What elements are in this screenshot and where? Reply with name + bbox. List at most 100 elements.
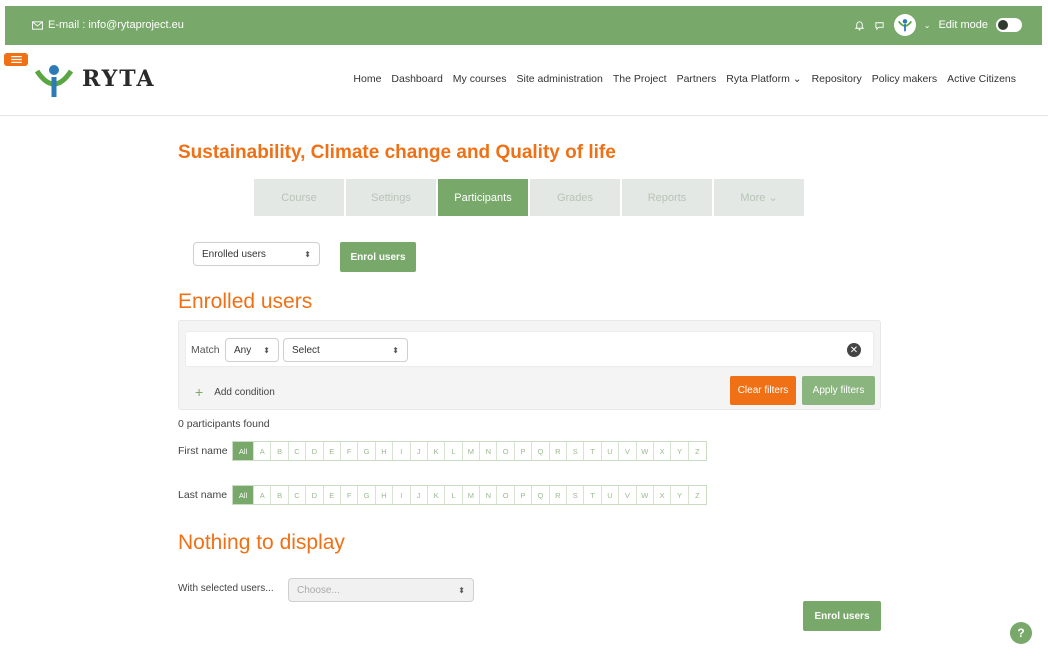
last-initial-y[interactable]: Y (671, 486, 689, 504)
nav-active-citizens[interactable]: Active Citizens (947, 73, 1016, 85)
first-initial-w[interactable]: W (637, 442, 654, 460)
last-initial-m[interactable]: M (463, 486, 481, 504)
email-contact[interactable]: E-mail : info@rytaproject.eu (32, 19, 184, 31)
first-initial-f[interactable]: F (341, 442, 359, 460)
remove-filter-row-icon[interactable]: ✕ (847, 343, 861, 357)
last-initial-v[interactable]: V (619, 486, 637, 504)
logo-text: RYTA (82, 66, 156, 92)
page-title: Sustainability, Climate change and Quali… (178, 142, 616, 163)
last-initial-h[interactable]: H (376, 486, 394, 504)
first-initial-all[interactable]: All (233, 442, 254, 460)
first-initial-n[interactable]: N (480, 442, 498, 460)
first-initial-b[interactable]: B (271, 442, 289, 460)
filter-type-select[interactable]: Select ⬍ (283, 338, 408, 362)
bulk-action-select[interactable]: Choose... ⬍ (288, 578, 474, 602)
select-caret-icon: ⬍ (304, 249, 311, 259)
nav-my-courses[interactable]: My courses (453, 73, 507, 85)
participants-nav-select[interactable]: Enrolled users ⬍ (193, 242, 320, 266)
first-initial-h[interactable]: H (376, 442, 394, 460)
last-initial-d[interactable]: D (306, 486, 324, 504)
first-initial-t[interactable]: T (584, 442, 602, 460)
first-initial-p[interactable]: P (515, 442, 533, 460)
course-tabs: Course Settings Participants Grades Repo… (254, 179, 804, 216)
last-initial-i[interactable]: I (393, 486, 411, 504)
nav-policy-makers[interactable]: Policy makers (872, 73, 937, 85)
enrolled-users-heading: Enrolled users (178, 290, 313, 313)
participants-count: 0 participants found (178, 418, 270, 430)
last-initial-z[interactable]: Z (689, 486, 706, 504)
match-select[interactable]: Any ⬍ (225, 338, 279, 362)
first-name-letter-bar: All ABCDEFGHIJKLMNOPQRSTUVWXYZ (232, 441, 708, 461)
first-initial-i[interactable]: I (393, 442, 411, 460)
first-initial-o[interactable]: O (497, 442, 515, 460)
first-initial-s[interactable]: S (567, 442, 585, 460)
last-initial-o[interactable]: O (497, 486, 515, 504)
last-initial-c[interactable]: C (289, 486, 307, 504)
last-initial-f[interactable]: F (341, 486, 359, 504)
tab-course[interactable]: Course (254, 179, 344, 216)
first-initial-k[interactable]: K (428, 442, 446, 460)
last-initial-l[interactable]: L (445, 486, 463, 504)
first-initial-g[interactable]: G (358, 442, 376, 460)
enrol-users-button-bottom[interactable]: Enrol users (803, 601, 881, 631)
tab-participants[interactable]: Participants (438, 179, 528, 216)
first-initial-y[interactable]: Y (671, 442, 689, 460)
bell-icon[interactable] (854, 19, 866, 31)
nav-home[interactable]: Home (353, 73, 381, 85)
chevron-down-icon[interactable]: ⌄ (924, 21, 931, 30)
first-initial-v[interactable]: V (619, 442, 637, 460)
apply-filters-button[interactable]: Apply filters (802, 376, 875, 405)
participants-nav-select-value: Enrolled users (202, 248, 266, 260)
help-button[interactable]: ? (1010, 622, 1032, 644)
tab-reports[interactable]: Reports (622, 179, 712, 216)
nothing-to-display-heading: Nothing to display (178, 531, 345, 554)
last-initial-e[interactable]: E (324, 486, 341, 504)
first-initial-u[interactable]: U (602, 442, 620, 460)
last-initial-a[interactable]: A (254, 486, 272, 504)
select-caret-icon: ⬍ (458, 585, 465, 595)
first-initial-d[interactable]: D (306, 442, 324, 460)
user-avatar[interactable] (893, 14, 916, 36)
last-initial-s[interactable]: S (567, 486, 585, 504)
first-initial-q[interactable]: Q (532, 442, 550, 460)
add-condition-link[interactable]: + Add condition (195, 384, 275, 400)
first-initial-z[interactable]: Z (689, 442, 706, 460)
last-initial-x[interactable]: X (654, 486, 672, 504)
last-initial-g[interactable]: G (358, 486, 376, 504)
clear-filters-button[interactable]: Clear filters (730, 376, 796, 405)
first-initial-l[interactable]: L (445, 442, 463, 460)
last-initial-w[interactable]: W (637, 486, 654, 504)
enrol-users-button-top[interactable]: Enrol users (340, 242, 416, 272)
first-initial-r[interactable]: R (550, 442, 568, 460)
last-initial-j[interactable]: J (411, 486, 428, 504)
first-initial-x[interactable]: X (654, 442, 672, 460)
tab-grades[interactable]: Grades (530, 179, 620, 216)
edit-mode-toggle[interactable] (996, 18, 1022, 32)
first-initial-j[interactable]: J (411, 442, 428, 460)
chat-bubble-icon[interactable] (874, 19, 886, 31)
nav-site-administration[interactable]: Site administration (516, 73, 602, 85)
last-initial-r[interactable]: R (550, 486, 568, 504)
nav-the-project[interactable]: The Project (613, 73, 667, 85)
first-initial-a[interactable]: A (254, 442, 272, 460)
nav-repository[interactable]: Repository (812, 73, 862, 85)
first-initial-e[interactable]: E (324, 442, 341, 460)
last-initial-all[interactable]: All (233, 486, 254, 504)
site-logo[interactable]: RYTA (34, 59, 156, 99)
nav-dashboard[interactable]: Dashboard (391, 73, 442, 85)
last-initial-b[interactable]: B (271, 486, 289, 504)
tab-more[interactable]: More ⌄ (714, 179, 804, 216)
first-name-initials: First name All ABCDEFGHIJKLMNOPQRSTUVWXY… (178, 441, 708, 461)
last-initial-u[interactable]: U (602, 486, 620, 504)
first-initial-m[interactable]: M (463, 442, 481, 460)
last-initial-t[interactable]: T (584, 486, 602, 504)
tab-settings[interactable]: Settings (346, 179, 436, 216)
last-initial-k[interactable]: K (428, 486, 446, 504)
nav-partners[interactable]: Partners (677, 73, 717, 85)
course-index-toggle[interactable] (4, 53, 28, 66)
nav-ryta-platform[interactable]: Ryta Platform ⌄ (726, 73, 801, 85)
last-initial-n[interactable]: N (480, 486, 498, 504)
last-initial-q[interactable]: Q (532, 486, 550, 504)
first-initial-c[interactable]: C (289, 442, 307, 460)
last-initial-p[interactable]: P (515, 486, 533, 504)
